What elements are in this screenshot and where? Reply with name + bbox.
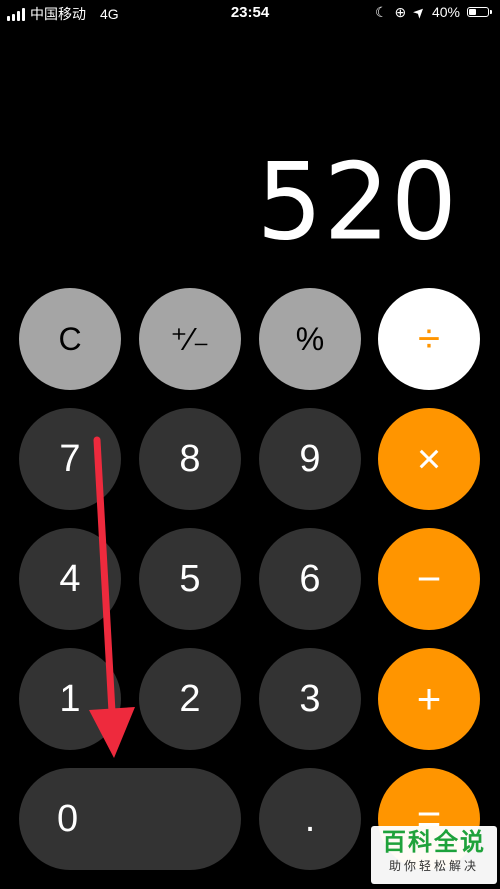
minus-button[interactable]: − (378, 528, 480, 630)
digit-6-button[interactable]: 6 (259, 528, 361, 630)
result-display: 520 (256, 139, 458, 265)
status-bar: 中国移动 4G 23:54 ☾ ⊕ ➤ 40% (0, 0, 500, 26)
clear-button[interactable]: C (19, 288, 121, 390)
divide-button[interactable]: ÷ (378, 288, 480, 390)
decimal-button[interactable]: . (259, 768, 361, 870)
digit-3-button[interactable]: 3 (259, 648, 361, 750)
plus-button[interactable]: + (378, 648, 480, 750)
battery-percent: 40% (431, 4, 460, 20)
digit-1-button[interactable]: 1 (19, 648, 121, 750)
digit-8-button[interactable]: 8 (139, 408, 241, 510)
battery-fill (469, 9, 476, 15)
digit-0-button[interactable]: 0 (19, 768, 241, 870)
watermark-title: 百科全说 (382, 829, 486, 856)
percent-button[interactable]: % (259, 288, 361, 390)
location-icon: ➤ (409, 2, 429, 22)
multiply-button[interactable]: × (378, 408, 480, 510)
watermark-logo: 百科全说 助你轻松解决 (371, 826, 497, 884)
status-right: ☾ ⊕ ➤ 40% (374, 2, 492, 22)
digit-5-button[interactable]: 5 (139, 528, 241, 630)
plus-minus-button[interactable]: ⁺∕₋ (139, 288, 241, 390)
digit-7-button[interactable]: 7 (19, 408, 121, 510)
moon-icon: ☾ (374, 4, 388, 20)
watermark-subtitle: 助你轻松解决 (388, 859, 479, 873)
digit-4-button[interactable]: 4 (19, 528, 121, 630)
digit-2-button[interactable]: 2 (139, 648, 241, 750)
digit-9-button[interactable]: 9 (259, 408, 361, 510)
rotation-lock-icon: ⊕ (394, 4, 407, 20)
battery-icon (467, 7, 492, 17)
